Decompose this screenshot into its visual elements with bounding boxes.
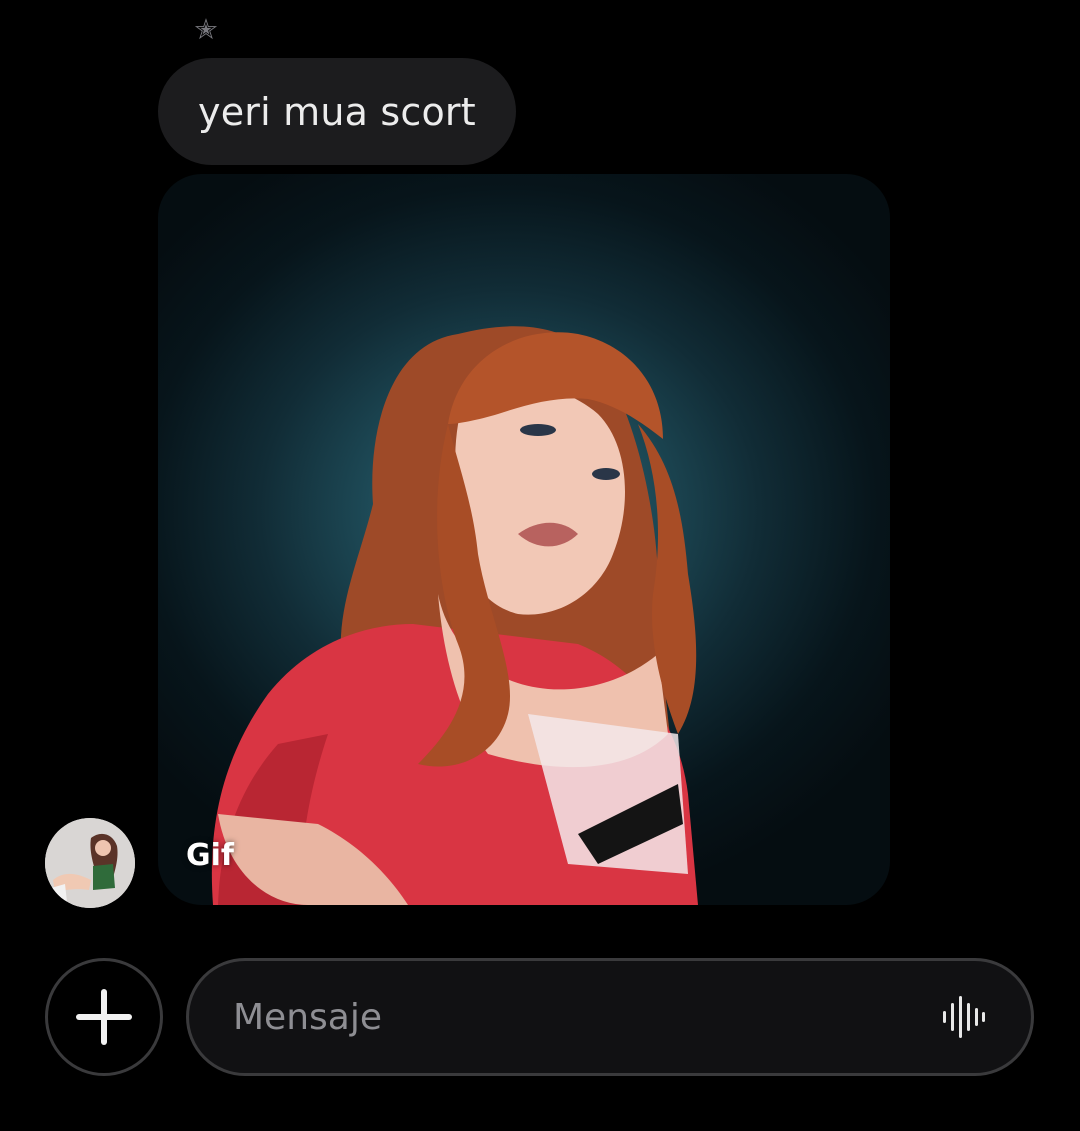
message-field[interactable] (186, 958, 1034, 1076)
gif-badge: Gif (186, 838, 234, 873)
plus-icon (76, 989, 132, 1045)
star-icon: ✭ (194, 13, 218, 46)
avatar-image (45, 818, 135, 908)
gif-image (211, 326, 698, 905)
message-input[interactable] (233, 996, 941, 1038)
gif-message[interactable]: Gif (158, 174, 890, 905)
add-attachment-button[interactable] (45, 958, 163, 1076)
message-text: yeri mua scort (198, 89, 476, 134)
voice-waveform-icon[interactable] (941, 994, 987, 1040)
message-bubble[interactable]: yeri mua scort (158, 58, 516, 165)
sender-avatar[interactable] (45, 818, 135, 908)
chat-screen: ✭ yeri mua scort Gif Mensaje (0, 0, 1080, 1131)
